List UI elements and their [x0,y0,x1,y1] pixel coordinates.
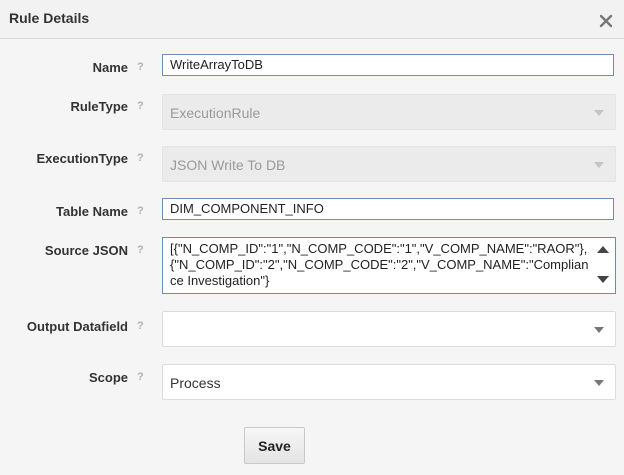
name-help-icon[interactable]: ? [137,61,144,73]
scroll-down-icon[interactable] [597,276,609,283]
source-json-textarea[interactable]: [{"N_COMP_ID":"1","N_COMP_CODE":"1","V_C… [162,237,616,294]
name-label: Name [92,60,128,75]
scope-label: Scope [88,370,128,385]
table-name-help-icon[interactable]: ? [137,205,144,217]
chevron-down-icon [594,380,604,386]
execution-type-select: JSON Write To DB [162,146,616,182]
output-datafield-label: Output Datafield [26,319,128,334]
output-datafield-select[interactable] [162,311,616,347]
source-json-help-icon[interactable]: ? [137,244,144,256]
scope-select[interactable]: Process [162,364,616,400]
dialog-title: Rule Details [9,10,90,26]
execution-type-value: JSON Write To DB [170,157,286,173]
scope-value: Process [170,375,221,391]
execution-type-help-icon[interactable]: ? [137,152,144,164]
output-datafield-help-icon[interactable]: ? [137,320,144,332]
rule-type-label: RuleType [70,99,128,114]
chevron-down-icon [594,162,604,168]
table-name-label: Table Name [55,204,128,219]
rule-type-value: ExecutionRule [170,105,261,121]
table-name-input[interactable]: DIM_COMPONENT_INFO [162,198,614,220]
save-button[interactable]: Save [244,427,305,464]
scroll-up-icon[interactable] [597,246,609,253]
rule-type-help-icon[interactable]: ? [137,100,144,112]
name-input[interactable]: WriteArrayToDB [162,54,614,76]
dialog-header: Rule Details [0,0,624,39]
chevron-down-icon [594,110,604,116]
source-json-text: [{"N_COMP_ID":"1","N_COMP_CODE":"1","V_C… [170,241,589,288]
chevron-down-icon [594,327,604,333]
scope-help-icon[interactable]: ? [137,371,144,383]
source-json-label: Source JSON [44,243,128,258]
rule-type-select: ExecutionRule [162,94,616,130]
close-icon[interactable] [598,13,614,29]
execution-type-label: ExecutionType [36,151,128,166]
